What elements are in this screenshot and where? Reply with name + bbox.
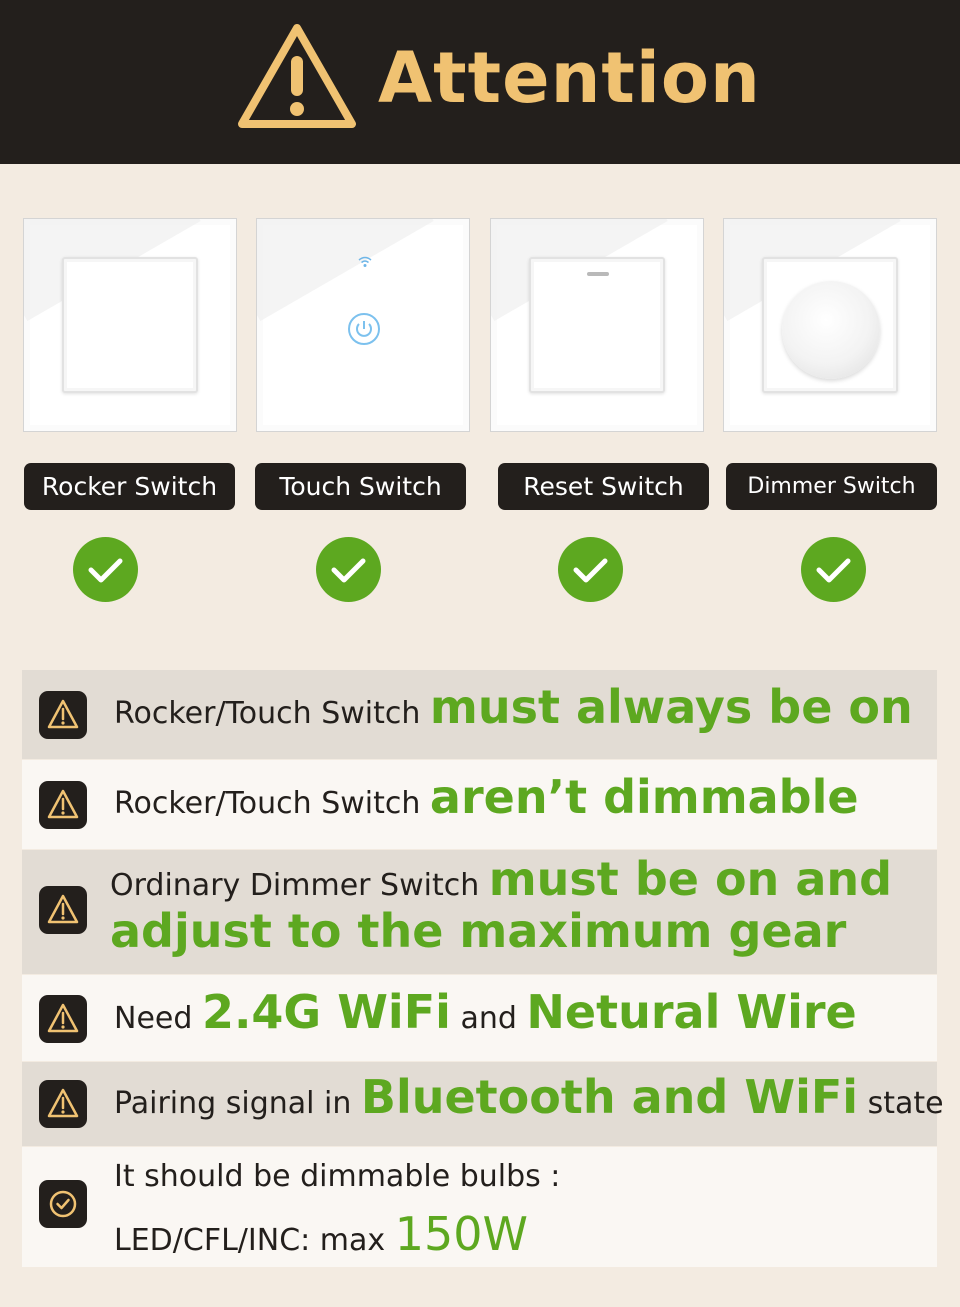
warning-triangle-icon [238, 24, 356, 128]
dimmer-switch-image [723, 218, 937, 432]
warning-icon [39, 995, 87, 1043]
note-text: Pairing signal in Bluetooth and WiFi sta… [114, 1070, 944, 1124]
note-row: Pairing signal in Bluetooth and WiFi sta… [22, 1062, 944, 1146]
power-icon [348, 313, 380, 345]
check-icon [801, 537, 866, 602]
warning-icon [39, 886, 87, 934]
note-text: Need 2.4G WiFi and Netural Wire [114, 985, 857, 1039]
attention-header: Attention [0, 0, 960, 164]
check-icon [73, 537, 138, 602]
label-touch-switch: Touch Switch [255, 463, 466, 510]
warning-icon [39, 1080, 87, 1128]
reset-switch-image [490, 218, 704, 432]
note-text: Ordinary Dimmer Switch must be on and [110, 852, 893, 906]
note-row: It should be dimmable bulbs : LED/CFL/IN… [22, 1147, 937, 1267]
check-circle-icon [39, 1180, 87, 1228]
label-dimmer-switch: Dimmer Switch [726, 463, 937, 510]
page-title: Attention [378, 37, 761, 119]
note-row: Rocker/Touch Switch must always be on [22, 670, 937, 759]
note-row: Rocker/Touch Switch aren’t dimmable [22, 760, 937, 849]
rocker-switch-image [23, 218, 237, 432]
note-row: Ordinary Dimmer Switch must be on and ad… [22, 850, 937, 974]
check-icon [558, 537, 623, 602]
wifi-icon [358, 256, 372, 267]
note-text-continued: adjust to the maximum gear [110, 904, 847, 958]
check-icon [316, 537, 381, 602]
warning-icon [39, 781, 87, 829]
label-rocker-switch: Rocker Switch [24, 463, 235, 510]
indicator-led [587, 272, 609, 276]
note-row: Need 2.4G WiFi and Netural Wire [22, 975, 937, 1061]
warning-icon [39, 691, 87, 739]
note-text-continued: LED/CFL/INC: max 150W [114, 1207, 528, 1261]
dimmer-knob [782, 281, 880, 379]
touch-switch-image [256, 218, 470, 432]
note-text: Rocker/Touch Switch must always be on [114, 680, 913, 734]
note-text: Rocker/Touch Switch aren’t dimmable [114, 770, 859, 824]
note-text: It should be dimmable bulbs : [114, 1159, 561, 1194]
label-reset-switch: Reset Switch [498, 463, 709, 510]
